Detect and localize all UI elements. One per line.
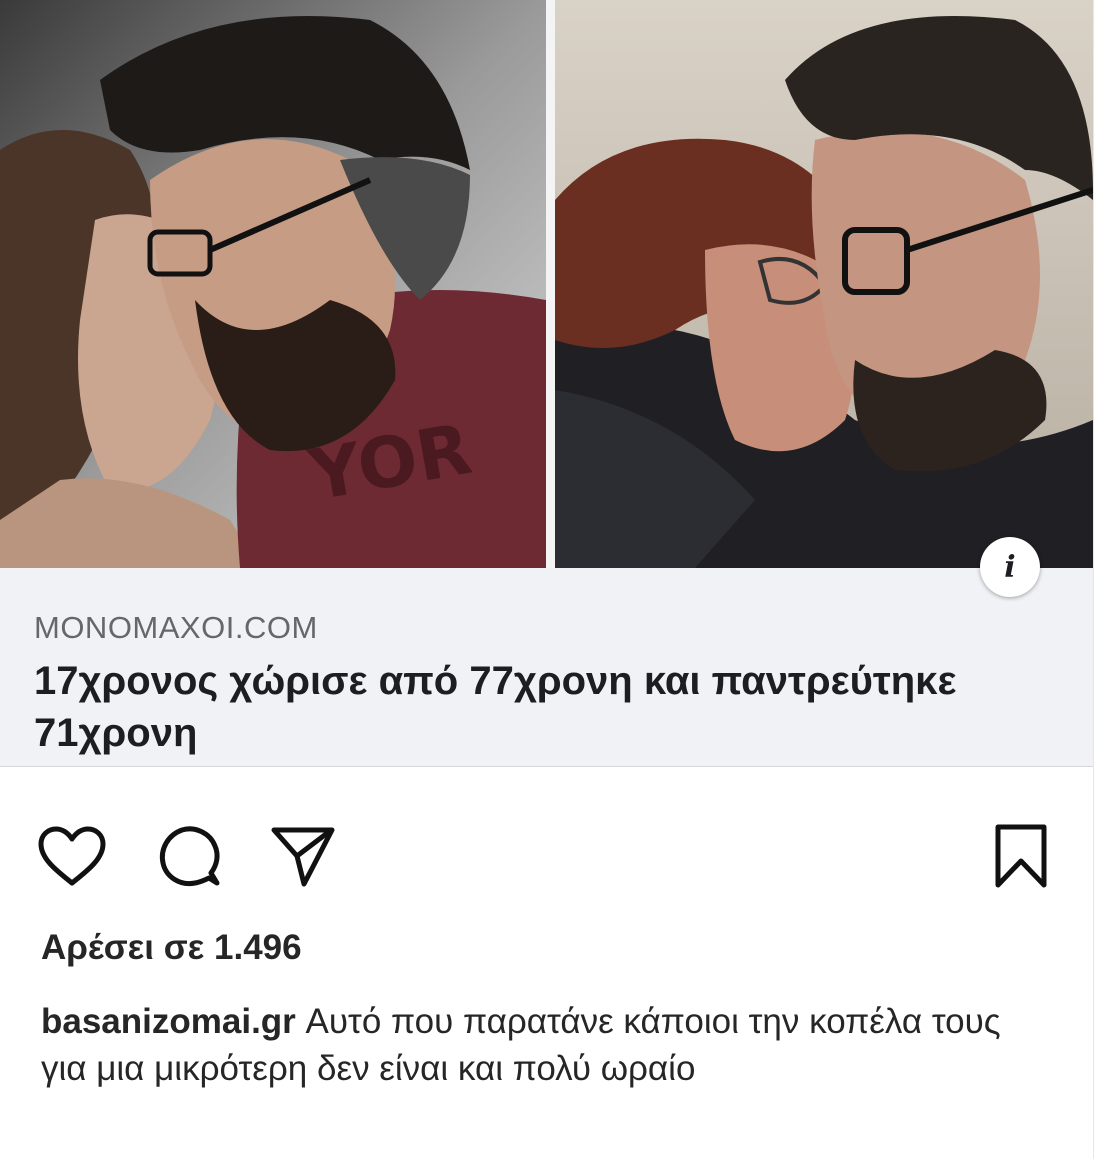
preview-photo-right (555, 0, 1093, 568)
link-preview-card[interactable]: YOR i MONOMAXOI.COM 17χρονος χώρισε από … (0, 0, 1093, 767)
like-button[interactable] (36, 820, 108, 892)
info-icon: i (1004, 549, 1016, 585)
save-button[interactable] (985, 820, 1057, 892)
share-button[interactable] (267, 820, 339, 892)
photo-divider (546, 0, 555, 568)
comment-icon (155, 823, 221, 889)
paper-plane-icon (270, 824, 336, 888)
post-action-bar (0, 820, 1093, 892)
post-caption: basanizomai.gr Αυτό που παρατάνε κάποιοι… (41, 998, 1051, 1092)
heart-icon (37, 825, 107, 887)
comment-button[interactable] (152, 820, 224, 892)
likes-count[interactable]: Αρέσει σε 1.496 (41, 928, 302, 968)
caption-username[interactable]: basanizomai.gr (41, 1002, 296, 1041)
post-right-border (1093, 0, 1094, 1159)
link-title[interactable]: 17χρονος χώρισε από 77χρονη και παντρεύτ… (34, 655, 1034, 759)
link-domain: MONOMAXOI.COM (34, 610, 318, 645)
bookmark-icon (993, 823, 1049, 889)
info-button[interactable]: i (980, 537, 1040, 597)
preview-photo-left: YOR (0, 0, 546, 568)
instagram-post: YOR i MONOMAXOI.COM 17χρονος χώρισε από … (0, 0, 1101, 1159)
